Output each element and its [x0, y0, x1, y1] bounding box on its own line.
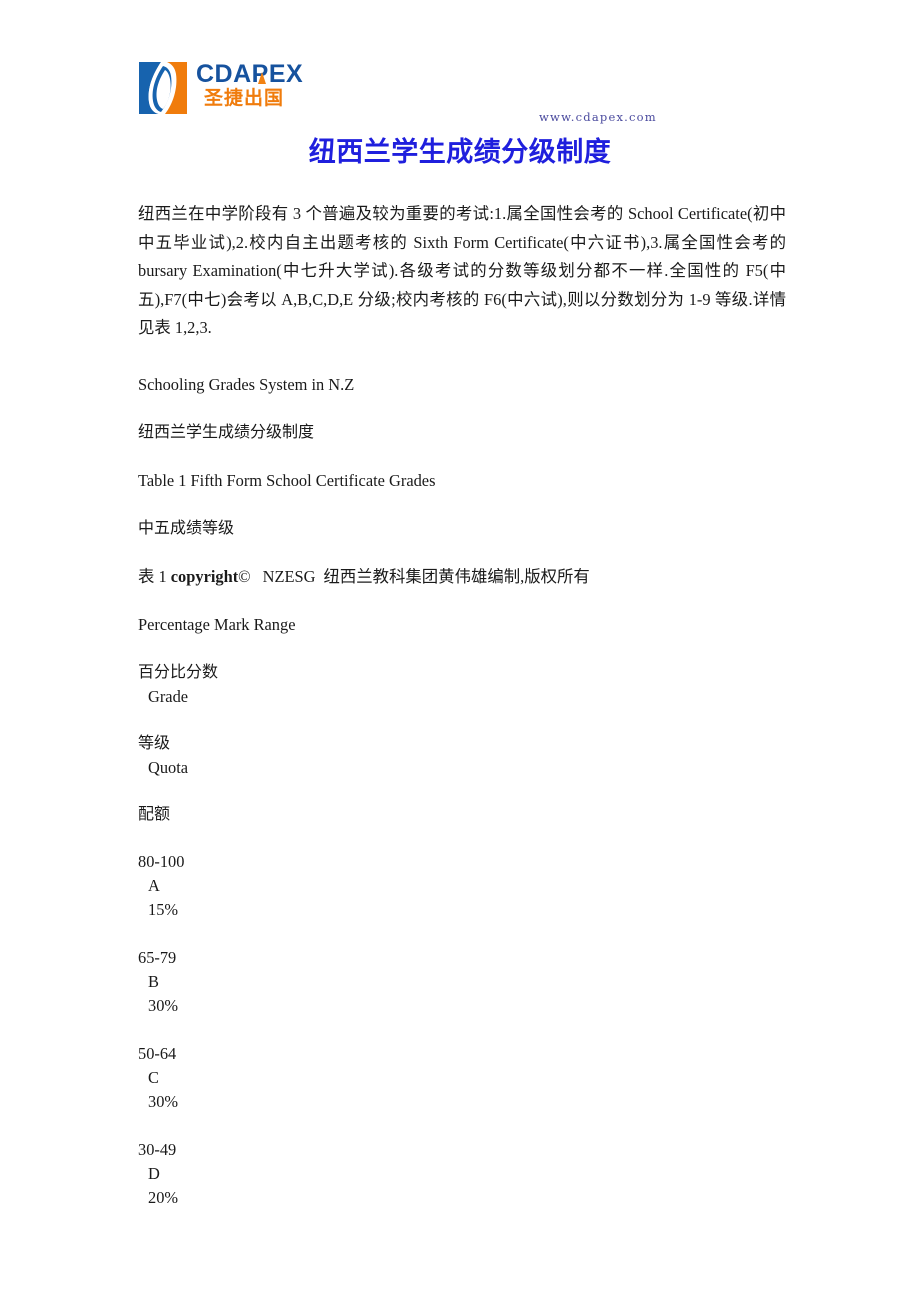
page-header: CDAPEX 圣捷出国 www.cdapex.com	[0, 0, 920, 132]
header-range-en: Percentage Mark Range	[138, 614, 296, 634]
table-header-grade: 百分比分数 Grade	[138, 661, 786, 709]
section-system-heading-en: Schooling Grades System in N.Z	[138, 373, 786, 397]
section-system-heading-cn: 纽西兰学生成绩分级制度	[138, 421, 786, 445]
site-url[interactable]: www.cdapex.com	[539, 110, 657, 124]
row-grade: D	[148, 1163, 160, 1183]
table-row: 65-79 B 30%	[138, 946, 786, 1018]
row-range: 50-64	[138, 1043, 177, 1063]
copyright-line: 表 1 copyright© NZESG 纽西兰教科集团黄伟雄编制,版权所有	[138, 565, 786, 589]
system-heading-en-text: Schooling Grades System in N.Z	[138, 374, 355, 394]
table-caption-en-text: Table 1 Fifth Form School Certificate Gr…	[138, 470, 436, 490]
header-quota-en: Quota	[148, 757, 189, 777]
copyright-symbol: ©	[238, 566, 251, 586]
row-grade: A	[148, 875, 160, 895]
cdapex-wordmark-chinese: 圣捷出国	[204, 87, 285, 109]
cdapex-logo-mark-icon	[137, 60, 189, 116]
copyright-word: copyright	[170, 566, 239, 586]
row-range: 80-100	[138, 851, 185, 871]
copyright-prefix: 表 1	[138, 566, 171, 586]
document-body: 纽西兰在中学阶段有 3 个普遍及较为重要的考试:1.属全国性会考的 School…	[138, 200, 786, 1210]
copyright-org: NZESG	[262, 566, 316, 586]
header-grade-en: Grade	[148, 686, 189, 706]
table-row: 80-100 A 15%	[138, 850, 786, 922]
section-table-caption-cn: 中五成绩等级	[138, 517, 786, 541]
row-quota: 15%	[148, 899, 179, 919]
table-row: 50-64 C 30%	[138, 1042, 786, 1114]
table-row: 30-49 D 20%	[138, 1138, 786, 1210]
document-page: CDAPEX 圣捷出国 www.cdapex.com 纽西兰学生成绩分级制度 纽…	[0, 0, 920, 1302]
table-header-range: Percentage Mark Range	[138, 613, 786, 637]
row-range: 65-79	[138, 947, 177, 967]
page-title: 纽西兰学生成绩分级制度	[308, 137, 612, 168]
row-quota: 30%	[148, 1091, 179, 1111]
copyright-detail: 纽西兰教科集团黄伟雄编制,版权所有	[323, 566, 590, 586]
row-grade: B	[148, 971, 159, 991]
table-header-quota: 等级 Quota	[138, 732, 786, 780]
row-grade: C	[148, 1067, 159, 1087]
table-header-quota-cn: 配额	[138, 803, 786, 827]
cdapex-wordmark-latin: CDAPEX	[196, 60, 304, 88]
header-grade-cn: 等级	[138, 734, 171, 752]
section-copyright: 表 1 copyright© NZESG 纽西兰教科集团黄伟雄编制,版权所有	[138, 565, 786, 589]
section-table-caption-en: Table 1 Fifth Form School Certificate Gr…	[138, 469, 786, 493]
table-caption-cn-text: 中五成绩等级	[138, 519, 235, 537]
cdapex-wordmark: CDAPEX 圣捷出国	[196, 60, 322, 116]
intro-paragraph: 纽西兰在中学阶段有 3 个普遍及较为重要的考试:1.属全国性会考的 School…	[138, 204, 786, 338]
row-quota: 30%	[148, 995, 179, 1015]
header-range-cn: 百分比分数	[138, 663, 219, 681]
row-quota: 20%	[148, 1187, 179, 1207]
cdapex-logo: CDAPEX 圣捷出国	[137, 60, 322, 118]
system-heading-cn-text: 纽西兰学生成绩分级制度	[138, 423, 315, 441]
flame-accent-icon	[258, 72, 266, 84]
header-quota-cn: 配额	[138, 805, 171, 823]
row-range: 30-49	[138, 1139, 177, 1159]
